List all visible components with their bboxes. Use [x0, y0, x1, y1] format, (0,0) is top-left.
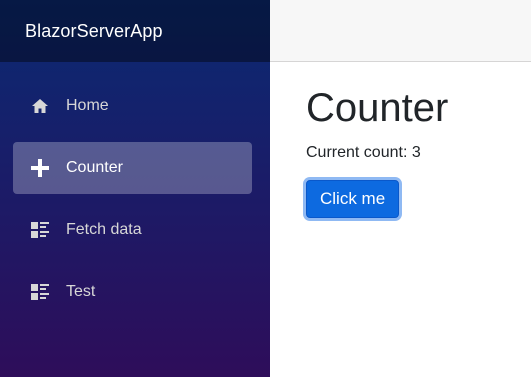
nav-item-label: Counter [66, 159, 123, 176]
nav-item-counter[interactable]: Counter [13, 142, 252, 194]
nav-menu: Home Counter Fetch data Test [0, 62, 270, 318]
nav-item-label: Home [66, 97, 109, 114]
page-content: Counter Current count: 3 Click me [270, 62, 531, 218]
nav-item-fetch-data[interactable]: Fetch data [13, 204, 252, 256]
main-area: Counter Current count: 3 Click me [270, 0, 531, 377]
nav-item-home[interactable]: Home [13, 80, 252, 132]
plus-icon [29, 157, 51, 179]
current-count-text: Current count: 3 [306, 144, 421, 161]
nav-item-label: Fetch data [66, 221, 142, 238]
click-me-button[interactable]: Click me [306, 180, 400, 218]
home-icon [29, 95, 51, 117]
top-row [270, 0, 531, 62]
brand-bar: BlazorServerApp [0, 0, 270, 62]
nav-item-label: Test [66, 283, 96, 300]
list-rich-icon [29, 281, 51, 303]
app-root: BlazorServerApp Home Counter Fetch data … [0, 0, 531, 377]
page-title: Counter [306, 86, 449, 130]
list-rich-icon [29, 219, 51, 241]
nav-item-test[interactable]: Test [13, 266, 252, 318]
sidebar: BlazorServerApp Home Counter Fetch data … [0, 0, 270, 377]
brand-link[interactable]: BlazorServerApp [25, 21, 163, 42]
